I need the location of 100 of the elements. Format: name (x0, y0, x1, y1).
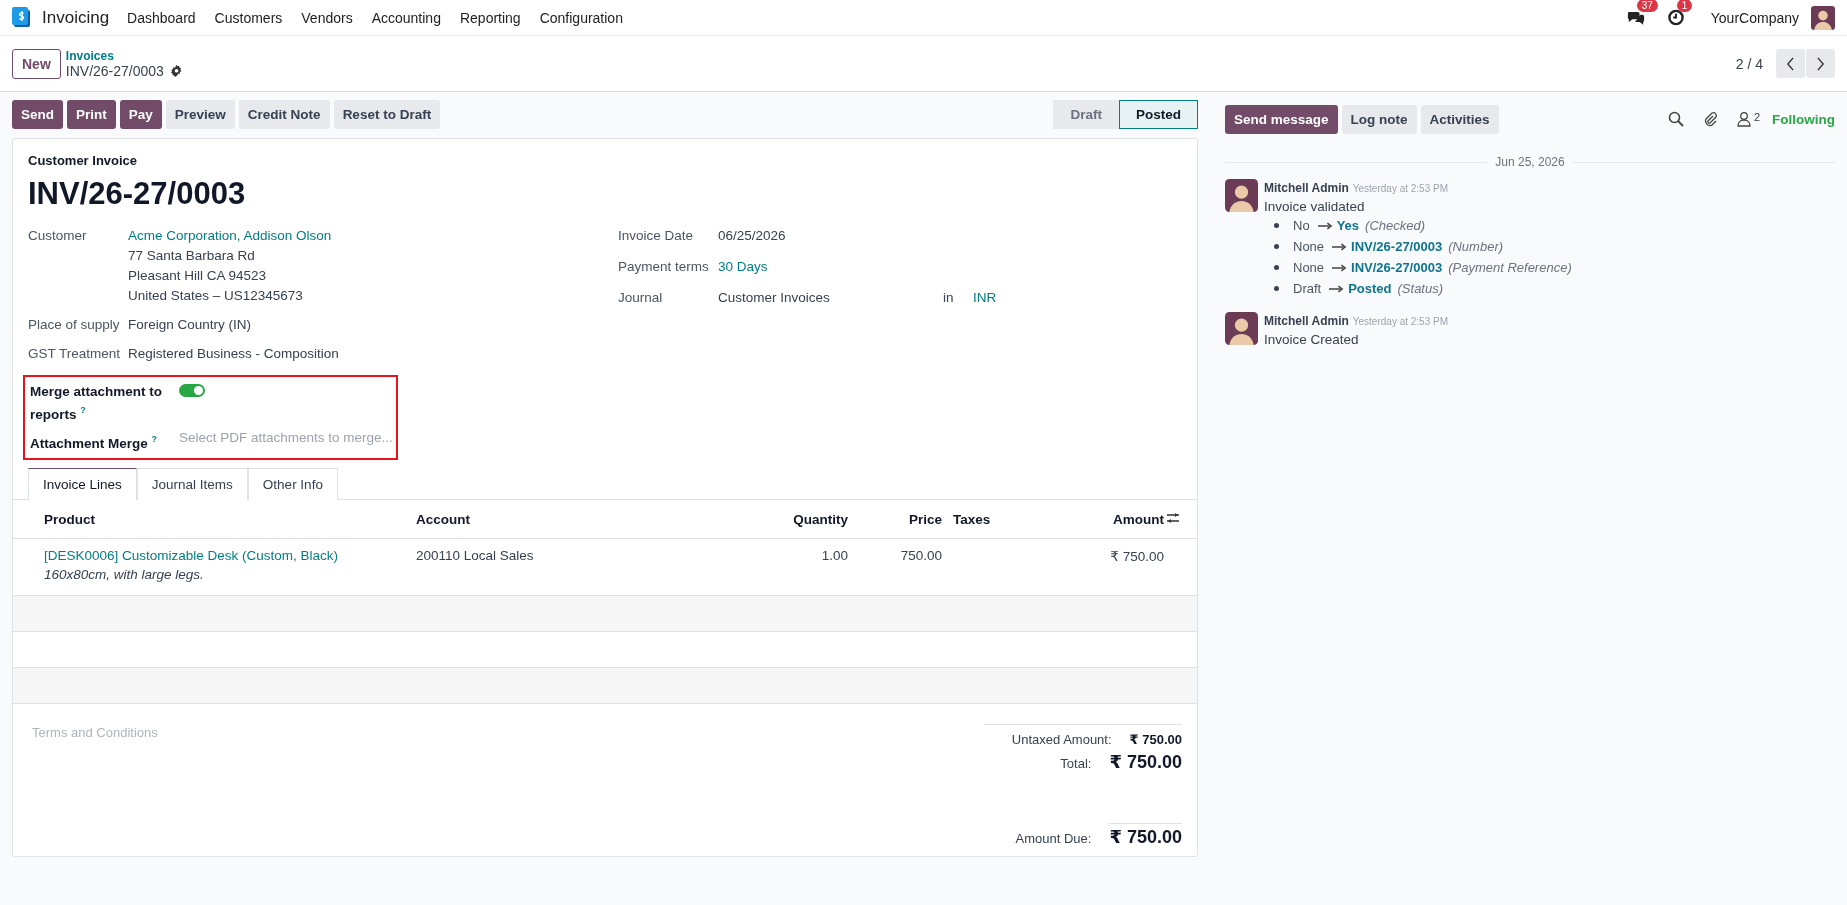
customer-link[interactable]: Acme Corporation, Addison Olson (128, 228, 332, 244)
next-button[interactable] (1806, 49, 1835, 78)
bullet-icon (1274, 265, 1279, 270)
currency-link[interactable]: INR (973, 290, 997, 305)
chat-icon[interactable] (1626, 9, 1645, 26)
person-icon (1735, 111, 1752, 127)
bullet-icon (1274, 223, 1279, 228)
product-link[interactable]: [DESK0006] Customizable Desk (Custom, Black) (44, 548, 414, 563)
old-value: None (1293, 239, 1325, 254)
total-label: Amount Due: (1015, 831, 1092, 846)
product-description: 160x80cm, with large legs. (44, 567, 205, 582)
arrow-icon (1329, 284, 1345, 293)
total-value: ₹ 750.00 (1109, 823, 1182, 848)
old-value: Draft (1293, 281, 1322, 296)
clock-icon[interactable] (1666, 9, 1685, 26)
menu-item[interactable]: Accounting (371, 9, 441, 26)
total-value: ₹ 750.00 (1129, 732, 1182, 747)
chatter-button[interactable]: Log note (1341, 104, 1417, 134)
previous-button[interactable] (1776, 49, 1805, 78)
message-text: Invoice validated (1264, 199, 1366, 214)
app-logo-icon[interactable] (12, 6, 32, 29)
field-value: Foreign Country (IN) (128, 317, 252, 333)
invoice-number: INV/26-27/0003 (28, 176, 247, 212)
table-cell: 1.00 (821, 548, 848, 563)
company-name[interactable]: YourCompany (1710, 9, 1799, 26)
followers-button[interactable]: 2 (1721, 111, 1760, 127)
breadcrumb-link[interactable]: Invoices (65, 48, 183, 63)
action-button[interactable]: Credit Note (238, 99, 330, 129)
arrow-icon (1332, 263, 1348, 272)
count-badge: 1 (1676, 0, 1693, 12)
menu-item[interactable]: Vendors (301, 9, 353, 26)
message-time: Yesterday at 2:53 PM (1352, 183, 1449, 194)
action-button[interactable]: Reset to Draft (333, 99, 441, 129)
field-label: Merge attachment to reports $^{?}$ (30, 383, 164, 424)
chevron-left-icon (1786, 56, 1795, 71)
app-name[interactable]: Invoicing (42, 7, 110, 28)
tab[interactable]: Other Info (247, 468, 338, 500)
settings-icon[interactable] (169, 64, 183, 77)
action-button[interactable]: Pay (119, 99, 162, 129)
field-value: Pleasant Hill CA 94523 (128, 268, 268, 284)
field-name: (Payment Reference) (1448, 260, 1572, 275)
menu-item[interactable]: Customers (214, 9, 283, 26)
message-time: Yesterday at 2:53 PM (1352, 316, 1449, 327)
tab[interactable]: Invoice Lines (28, 468, 137, 500)
action-button[interactable]: Preview (165, 99, 235, 129)
column-header: Product (13, 500, 415, 539)
total-label: Untaxed Amount: (1011, 732, 1112, 747)
table-cell: ₹ 750.00 (1110, 549, 1164, 564)
new-button[interactable]: New (12, 48, 61, 79)
message-text: Invoice Created (1264, 332, 1360, 347)
arrow-icon (1317, 221, 1333, 230)
field-label: Payment terms (618, 259, 710, 274)
field-label: Place of supply (28, 317, 121, 333)
toggle-switch[interactable] (179, 384, 205, 397)
status-step[interactable]: Posted (1119, 99, 1198, 129)
field-name: (Number) (1448, 239, 1504, 254)
new-value: INV/26-27/0003 (1351, 239, 1443, 254)
avatar-icon (1225, 312, 1258, 345)
menu-item[interactable]: Configuration (539, 9, 623, 26)
status-step[interactable]: Draft (1053, 99, 1119, 129)
bullet-icon (1274, 286, 1279, 291)
payment-terms-link[interactable]: 30 Days (718, 259, 768, 274)
new-value: INV/26-27/0003 (1351, 260, 1443, 275)
column-settings-icon[interactable] (1166, 511, 1180, 524)
field-label: Invoice Date (618, 228, 695, 243)
new-value: Yes (1336, 218, 1360, 233)
table-cell: 750.00 (900, 548, 942, 563)
breadcrumb-current: INV/26-27/0003 (65, 62, 164, 79)
field-value: Registered Business - Composition (128, 346, 339, 362)
table-cell: 200110 Local Sales (416, 548, 534, 563)
message-author: Mitchell Admin (1264, 314, 1349, 328)
avatar-icon (1225, 179, 1258, 212)
field-label: Attachment Merge $^{?}$ (30, 432, 159, 452)
menu-item[interactable]: Dashboard (127, 9, 196, 26)
arrow-icon (1332, 242, 1348, 251)
column-header: Quantity (697, 500, 849, 539)
field-value: 77 Santa Barbara Rd (128, 248, 256, 264)
connector-text: in (943, 290, 955, 305)
column-header: Amount (1046, 500, 1165, 539)
count-badge: 37 (1636, 0, 1658, 12)
chatter-button[interactable]: Send message (1225, 104, 1338, 134)
date-separator: Jun 25, 2026 (1494, 155, 1566, 169)
search-icon[interactable] (1667, 111, 1684, 127)
menu-item[interactable]: Reporting (459, 9, 521, 26)
action-button[interactable]: Print (67, 99, 116, 129)
old-value: No (1293, 218, 1310, 233)
document-type: Customer Invoice (28, 153, 139, 168)
field-label: GST Treatment (28, 346, 122, 362)
avatar-icon[interactable] (1811, 5, 1835, 30)
column-header: Taxes (943, 500, 1047, 539)
field-value: 06/25/2026 (718, 228, 786, 243)
tab[interactable]: Journal Items (136, 468, 248, 500)
column-header: Price (849, 500, 943, 539)
chatter-button[interactable]: Activities (1420, 104, 1499, 134)
total-value: ₹ 750.00 (1109, 751, 1182, 773)
field-name: (Status) (1397, 281, 1444, 296)
pager-value: 2 / 4 (1735, 55, 1763, 72)
field-name: (Checked) (1365, 218, 1425, 233)
field-value: Customer Invoices (718, 290, 831, 305)
action-button[interactable]: Send (12, 99, 63, 129)
